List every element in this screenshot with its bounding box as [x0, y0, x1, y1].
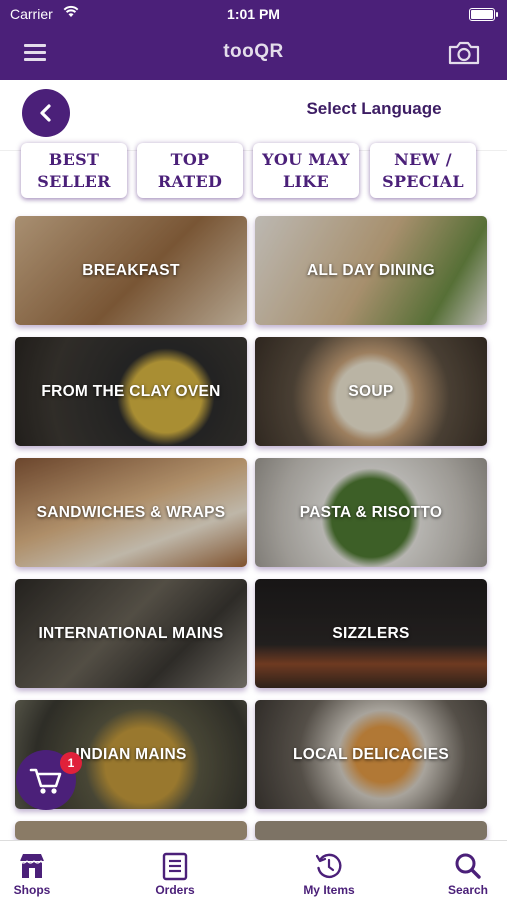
app-title: tooQR — [223, 41, 284, 62]
category-tile-clay-oven[interactable]: FROM THE CLAY OVEN — [15, 337, 247, 446]
category-tile-partial[interactable] — [15, 821, 247, 840]
category-label: INTERNATIONAL MAINS — [38, 624, 224, 642]
category-tile-local-delicacies[interactable]: LOCAL DELICACIES — [255, 700, 487, 809]
chip-label: YOU MAY LIKE — [262, 149, 350, 191]
back-button[interactable] — [22, 89, 70, 137]
tab-search[interactable]: Search — [428, 841, 507, 901]
search-icon — [455, 853, 481, 879]
category-tile-sizzlers[interactable]: SIZZLERS — [255, 579, 487, 688]
tab-bar: Shops Orders My Items Search — [0, 840, 507, 901]
category-label: PASTA & RISOTTO — [299, 503, 443, 521]
chip-top-rated[interactable]: TOP RATED — [137, 143, 243, 198]
chip-label: BEST SELLER — [37, 149, 111, 191]
chip-label: NEW / SPECIAL — [382, 149, 464, 191]
orders-icon — [162, 852, 188, 881]
category-label: LOCAL DELICACIES — [292, 745, 450, 763]
category-tile-international-mains[interactable]: INTERNATIONAL MAINS — [15, 579, 247, 688]
status-bar: Carrier 1:01 PM — [0, 0, 507, 28]
tab-orders[interactable]: Orders — [135, 841, 215, 901]
category-tile-pasta-risotto[interactable]: PASTA & RISOTTO — [255, 458, 487, 567]
category-label: FROM THE CLAY OVEN — [41, 382, 221, 400]
tab-my-items[interactable]: My Items — [289, 841, 369, 901]
chevron-left-icon — [40, 104, 51, 122]
category-tile-partial[interactable] — [255, 821, 487, 840]
category-label: SIZZLERS — [332, 624, 410, 642]
history-icon — [315, 853, 342, 879]
category-label: ALL DAY DINING — [307, 261, 435, 279]
tab-label: Orders — [155, 883, 195, 897]
category-tile-all-day-dining[interactable]: ALL DAY DINING — [255, 216, 487, 325]
category-tile-soup[interactable]: SOUP — [255, 337, 487, 446]
tab-label: Shops — [13, 883, 51, 897]
clock: 1:01 PM — [227, 6, 280, 22]
category-tile-sandwiches-wraps[interactable]: SANDWICHES & WRAPS — [15, 458, 247, 567]
chip-label: TOP RATED — [157, 149, 223, 191]
navbar: tooQR — [0, 28, 507, 80]
cart-count-badge: 1 — [60, 752, 82, 774]
select-language-button[interactable]: Select Language — [300, 99, 448, 119]
tab-shops[interactable]: Shops — [0, 841, 72, 901]
chip-new-special[interactable]: NEW / SPECIAL — [370, 143, 476, 198]
camera-icon[interactable] — [447, 40, 481, 66]
chip-you-may-like[interactable]: YOU MAY LIKE — [253, 143, 359, 198]
category-tile-breakfast[interactable]: BREAKFAST — [15, 216, 247, 325]
tab-label: My Items — [303, 883, 355, 897]
shop-icon — [19, 854, 45, 878]
category-label: BREAKFAST — [82, 261, 180, 279]
category-label: SANDWICHES & WRAPS — [36, 503, 226, 521]
tab-label: Search — [447, 883, 489, 897]
chip-best-seller[interactable]: BEST SELLER — [21, 143, 127, 198]
battery-icon — [469, 8, 498, 21]
category-label: SOUP — [348, 382, 394, 400]
